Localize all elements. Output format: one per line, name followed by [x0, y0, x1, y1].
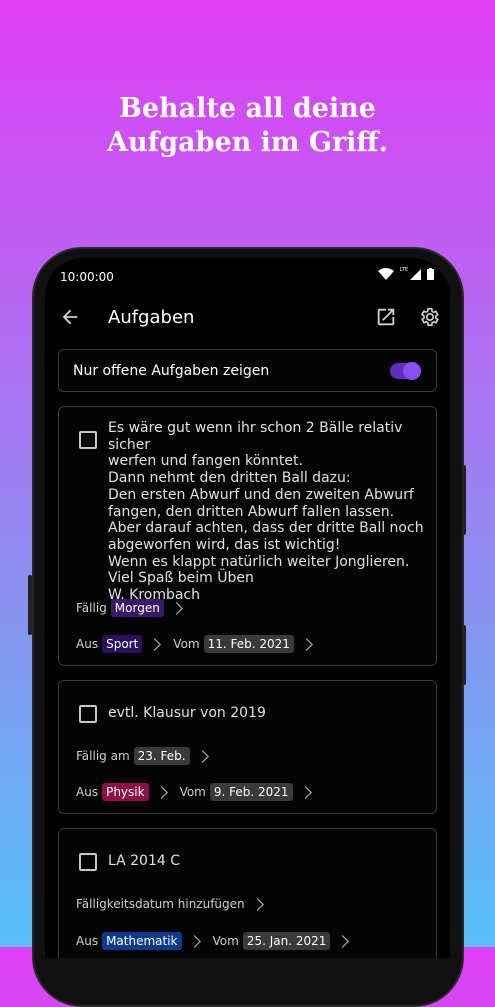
date-chip: 9. Feb. 2021	[209, 783, 293, 801]
from-label: Aus	[76, 934, 99, 948]
task-due-row[interactable]: Fällig am 23. Feb.	[76, 747, 209, 765]
task-source-row[interactable]: Aus Physik Vom 9. Feb. 2021	[76, 783, 312, 801]
phone-side-button	[462, 465, 466, 535]
app-bar: Aufgaben	[45, 298, 450, 338]
app-screen: 10:00:00 LTE Aufgaben Nur offene Aufgabe…	[45, 258, 450, 958]
due-chip: Morgen	[110, 599, 164, 617]
date-chip: 11. Feb. 2021	[203, 635, 294, 653]
subject-chip: Physik	[102, 783, 149, 801]
from-label: Aus	[76, 785, 99, 799]
filter-open-tasks-row[interactable]: Nur offene Aufgaben zeigen	[58, 349, 437, 392]
status-bar: 10:00:00 LTE	[45, 258, 450, 294]
toggle-knob	[403, 362, 421, 380]
chevron-right-icon	[195, 749, 209, 763]
task-card[interactable]: LA 2014 C Fälligkeitsdatum hinzufügen Au…	[58, 828, 437, 958]
filter-label: Nur offene Aufgaben zeigen	[73, 363, 270, 379]
due-label: Fällig am	[76, 749, 130, 763]
cell-signal-icon	[410, 268, 421, 280]
task-checkbox[interactable]	[79, 431, 97, 449]
due-chip: 23. Feb.	[133, 747, 190, 765]
task-text: LA 2014 C	[108, 853, 181, 869]
date-chip: 25. Jan. 2021	[242, 932, 331, 950]
promo-line-1: Behalte all deine	[119, 93, 376, 124]
chevron-right-icon	[187, 934, 201, 948]
chevron-right-icon	[148, 637, 162, 651]
open-external-icon[interactable]	[375, 306, 397, 328]
task-text: evtl. Klausur von 2019	[108, 705, 266, 721]
chevron-right-icon	[250, 897, 264, 911]
status-icons: LTE	[377, 267, 434, 280]
battery-icon	[427, 268, 434, 280]
chevron-right-icon	[300, 637, 313, 651]
chevron-right-icon	[298, 785, 312, 799]
subject-chip: Mathematik	[102, 932, 182, 950]
task-card[interactable]: evtl. Klausur von 2019 Fällig am 23. Feb…	[58, 680, 437, 814]
since-label: Vom	[173, 637, 200, 651]
task-checkbox[interactable]	[79, 705, 97, 723]
task-text: Es wäre gut wenn ihr schon 2 Bälle relat…	[108, 420, 424, 604]
wifi-icon	[377, 268, 394, 280]
status-time: 10:00:00	[60, 270, 114, 284]
subject-chip: Sport	[102, 635, 143, 653]
task-card[interactable]: Es wäre gut wenn ihr schon 2 Bälle relat…	[58, 406, 437, 666]
since-label: Vom	[212, 934, 239, 948]
due-label: Fällig	[76, 601, 107, 615]
chevron-right-icon	[336, 934, 350, 948]
lte-label: LTE	[399, 267, 408, 273]
filter-toggle[interactable]	[390, 362, 421, 380]
chevron-right-icon	[169, 601, 183, 615]
promo-headline: Behalte all deine Aufgaben im Griff.	[0, 92, 495, 160]
task-source-row[interactable]: Aus Mathematik Vom 25. Jan. 2021	[76, 932, 350, 950]
page-title: Aufgaben	[108, 307, 195, 328]
from-label: Aus	[76, 637, 99, 651]
phone-side-button	[28, 575, 32, 635]
add-due-date-label: Fälligkeitsdatum hinzufügen	[76, 897, 245, 911]
task-add-due-row[interactable]: Fälligkeitsdatum hinzufügen	[76, 897, 264, 911]
gear-icon[interactable]	[418, 306, 440, 328]
task-due-row[interactable]: Fällig Morgen	[76, 599, 183, 617]
chevron-right-icon	[154, 785, 168, 799]
task-source-row[interactable]: Aus Sport Vom 11. Feb. 2021	[76, 635, 313, 653]
arrow-back-icon[interactable]	[59, 306, 81, 328]
task-checkbox[interactable]	[79, 853, 97, 871]
phone-side-button	[462, 625, 466, 685]
promo-line-2: Aufgaben im Griff.	[107, 127, 388, 158]
since-label: Vom	[179, 785, 206, 799]
